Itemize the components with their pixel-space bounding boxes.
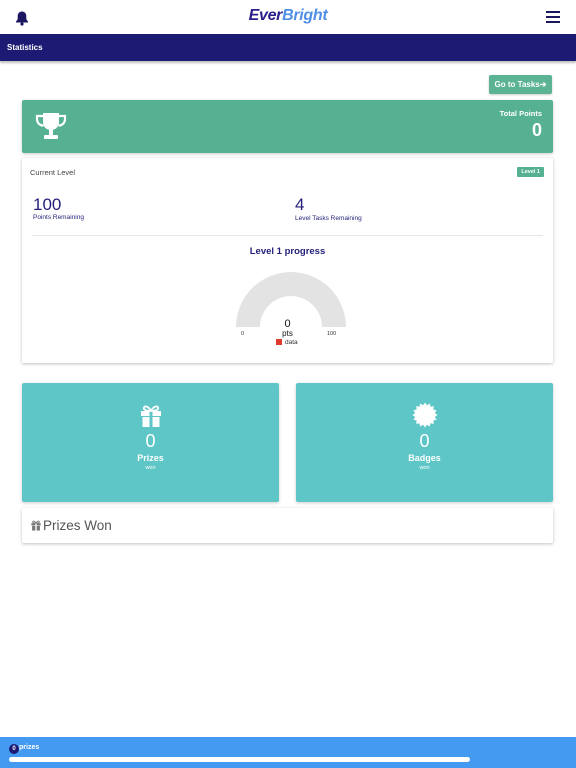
prizes-count: 0 <box>145 431 156 451</box>
total-points-label: Total Points <box>499 109 542 118</box>
prizes-label: Prizes <box>137 453 164 463</box>
go-to-tasks-button[interactable]: Go to Tasks➔ <box>489 75 552 94</box>
badges-tile[interactable]: 0 Badges won <box>296 383 553 502</box>
legend-swatch <box>276 339 282 345</box>
logo-part-bright: Bright <box>282 7 328 24</box>
page-title: Statistics <box>7 43 43 52</box>
points-remaining-value: 100 <box>33 195 62 214</box>
logo-part-ever: Ever <box>248 7 283 24</box>
gift-icon <box>31 520 41 531</box>
level-badge: Level 1 <box>517 167 544 177</box>
chart-title: Level 1 progress <box>249 246 326 257</box>
badge-icon <box>412 402 438 428</box>
gift-icon <box>141 405 161 427</box>
chart-legend: data <box>276 339 298 346</box>
current-level-card: Current Level Level 1 100 Points Remaini… <box>22 158 553 363</box>
nav-bar: Statistics <box>0 34 576 61</box>
current-level-label: Current Level <box>30 168 76 177</box>
trophy-icon <box>35 113 67 139</box>
hamburger-menu-icon[interactable] <box>546 11 560 24</box>
tasks-remaining-value: 4 <box>295 195 305 214</box>
tasks-remaining-label: Level Tasks Remaining <box>295 215 362 222</box>
prizes-sub: won <box>145 465 156 471</box>
prizes-count-badge: 0 <box>9 744 19 754</box>
badges-label: Badges <box>408 453 441 463</box>
total-points-card: Total Points 0 <box>22 100 553 153</box>
total-points-value: 0 <box>531 120 542 140</box>
prizes-won-panel[interactable]: Prizes Won <box>22 508 553 543</box>
top-bar: EverBright <box>0 0 576 34</box>
app-logo: EverBright <box>0 7 576 25</box>
prizes-progress-bar <box>9 757 470 762</box>
footer-bar: 0 prizes <box>0 737 576 768</box>
badges-sub: won <box>419 465 430 471</box>
prizes-tile[interactable]: 0 Prizes won <box>22 383 279 502</box>
go-to-tasks-label: Go to Tasks <box>494 80 540 89</box>
badges-count: 0 <box>419 431 430 451</box>
footer-prizes-label: prizes <box>19 744 40 751</box>
prizes-won-title: Prizes Won <box>43 518 112 533</box>
divider <box>32 235 543 236</box>
legend-label: data <box>285 339 298 346</box>
arrow-right-icon: ➔ <box>539 80 547 89</box>
gauge-unit: pts <box>282 329 293 338</box>
points-remaining-label: Points Remaining <box>33 214 84 221</box>
